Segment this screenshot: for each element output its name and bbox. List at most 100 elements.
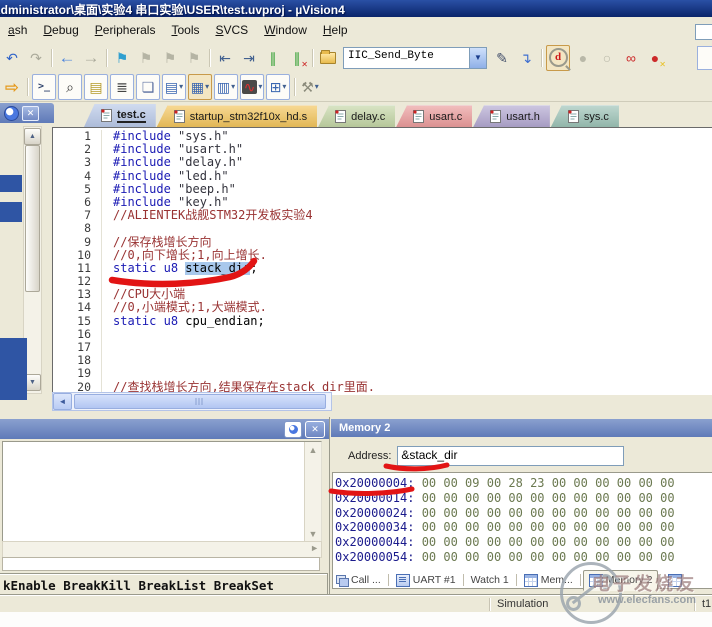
menu-item-svcs[interactable]: SVCS [207,21,256,39]
dock-tab-uart-1[interactable]: UART #1 [391,571,461,590]
scroll-down-icon[interactable]: ▼ [307,528,319,540]
menu-item-window[interactable]: Window [256,21,315,39]
dock-tab-watch-1[interactable]: Watch 1 [466,571,514,589]
memory-row[interactable]: 0x20000024: 00 00 00 00 00 00 00 00 00 0… [335,506,712,521]
tab-test-c[interactable]: test.c [84,104,156,127]
menu-item-debug[interactable]: Debug [35,21,86,39]
command-hscrollbar[interactable]: ► [2,541,322,558]
dock-tab-call-[interactable]: Call ... [331,571,386,589]
prev-bookmark-button[interactable]: ⚑ [134,45,158,71]
scroll-left-icon[interactable]: ◄ [53,393,72,410]
code-token: static [113,315,156,328]
memory-bytes: 00 00 00 00 00 00 00 00 00 00 00 00 [422,506,675,520]
comment-button[interactable]: ∥ [261,45,285,71]
uncomment-button[interactable]: ∥✕ [285,45,309,71]
memory-row[interactable]: 0x20000054: 00 00 00 00 00 00 00 00 00 0… [335,550,712,565]
next-bookmark-button[interactable]: ⚑ [158,45,182,71]
undo-button[interactable]: ↶ [0,45,24,71]
find-button[interactable]: ✎ [490,45,514,71]
menu-edge-combo[interactable] [695,24,712,40]
code-token: #include [113,156,171,169]
code-line-8: 8 [53,222,712,235]
dock-tab-memory-2[interactable]: Memory 2 [583,570,659,591]
menu-item-tools[interactable]: Tools [163,21,207,39]
code-line-19: 19 [53,367,712,380]
chevron-down-icon[interactable]: ▾ [179,83,183,91]
toolbar-edge-button[interactable] [697,46,712,70]
memory-2-titlebar: Memory 2 [331,419,712,437]
memory-row[interactable]: 0x20000004: 00 00 09 00 28 23 00 00 00 0… [335,476,712,491]
chevron-down-icon[interactable]: ▾ [231,83,235,91]
tab-usart-c[interactable]: usart.c [396,105,472,127]
indent-button[interactable]: ⇥ [237,45,261,71]
toolbar-separator [538,47,545,69]
memory-bytes: 00 00 00 00 00 00 00 00 00 00 00 00 [422,550,675,564]
code-editor[interactable]: 1#include "sys.h"2#include "usart.h"3#in… [52,127,712,395]
line-number: 8 [53,222,102,235]
chevron-down-icon[interactable]: ▼ [469,47,487,69]
command-window-button[interactable]: >_ [32,74,56,100]
goto-button[interactable]: ↴ [514,45,538,71]
clear-bookmarks-button[interactable]: ⚑ [182,45,206,71]
unindent-button[interactable]: ⇤ [213,45,237,71]
disassembly-window-button[interactable]: ⌕ [58,74,82,100]
toolbox-icon: ⚒ [301,80,314,94]
tab-usart-h[interactable]: usart.h [473,105,550,127]
scroll-up-icon[interactable]: ▲ [24,128,41,145]
menu-bar: ashDebugPeripheralsToolsSVCSWindowHelp [0,17,712,43]
chevron-down-icon[interactable]: ▾ [315,83,319,91]
memory-row[interactable]: 0x20000014: 00 00 00 00 00 00 00 00 00 0… [335,491,712,506]
serial-windows-button[interactable]: ▥▾ [214,74,238,100]
scroll-thumb[interactable] [25,145,40,292]
command-input[interactable] [2,557,320,571]
menu-item-peripherals[interactable]: Peripherals [87,21,164,39]
navigate-back-button[interactable]: ← [55,45,79,71]
address-input[interactable]: &stack_dir [397,446,624,466]
memory-window-button[interactable]: ▦▾ [188,74,212,100]
kill-breakpoints-button[interactable]: ●✕ [643,45,667,71]
insert-breakpoint-button[interactable]: ● [571,45,595,71]
toolbox-button[interactable]: ⚒▾ [298,74,322,100]
memory-row[interactable]: 0x20000034: 00 00 00 00 00 00 00 00 00 0… [335,520,712,535]
analysis-window-button[interactable]: ∿▾ [240,74,264,100]
memory-row[interactable]: 0x20000044: 00 00 00 00 00 00 00 00 00 0… [335,535,712,550]
code-line-11: 11static u8 stack_dir; [53,262,712,275]
symbols-window-button[interactable]: ❏ [136,74,160,100]
tab-startup_stm32f10x_hd-s[interactable]: startup_stm32f10x_hd.s [157,105,317,127]
enable-breakpoint-button[interactable]: ○ [595,45,619,71]
tab-delay-c[interactable]: delay.c [318,105,395,127]
stack-window-button[interactable]: ≣ [110,74,134,100]
redo-button[interactable]: ↷ [24,45,48,71]
dock-tab-mem-[interactable]: Mem... [519,571,578,590]
command-vscrollbar[interactable]: ▲ ▼ [304,442,321,542]
menu-item-help[interactable]: Help [315,21,356,39]
tab-sys-c[interactable]: sys.c [551,105,619,127]
selected-row-block [0,202,22,222]
serial-window-button[interactable]: ▤ [84,74,108,100]
chevron-down-icon[interactable]: ▾ [282,83,286,91]
line-number: 19 [53,367,102,380]
command-window-icon: >_ [38,82,50,92]
chevron-down-icon[interactable]: ▾ [205,83,209,91]
menu-item-ash[interactable]: ash [0,21,35,39]
function-combo[interactable]: IIC_Send_Byte▼ [343,48,487,68]
find-in-files-button[interactable] [316,45,340,71]
hscroll-thumb[interactable] [74,394,326,409]
scroll-up-icon[interactable]: ▲ [307,444,319,456]
toggle-bookmark-button[interactable]: ⚑ [110,45,134,71]
chevron-down-icon[interactable]: ▾ [258,83,262,91]
editor-hscrollbar[interactable]: ◄ [52,392,332,411]
step-run-button[interactable]: ⇨ [0,74,24,100]
function-combo-value[interactable]: IIC_Send_Byte [343,47,469,69]
command-window-content[interactable]: ▲ ▼ [2,441,322,543]
system-viewer-button[interactable]: ⊞▾ [266,74,290,100]
uvision-swirl-icon[interactable] [284,421,302,438]
watch-window-button[interactable]: ▤▾ [162,74,186,100]
navigate-forward-button[interactable]: → [79,45,103,71]
close-icon[interactable]: ✕ [22,106,39,121]
scroll-right-icon[interactable]: ► [310,543,319,553]
start-stop-debug-button[interactable]: d [546,45,570,71]
disable-breakpoints-button[interactable]: ∞ [619,45,643,71]
dock-tab-extra[interactable] [663,571,687,590]
close-icon[interactable]: ✕ [305,421,325,438]
